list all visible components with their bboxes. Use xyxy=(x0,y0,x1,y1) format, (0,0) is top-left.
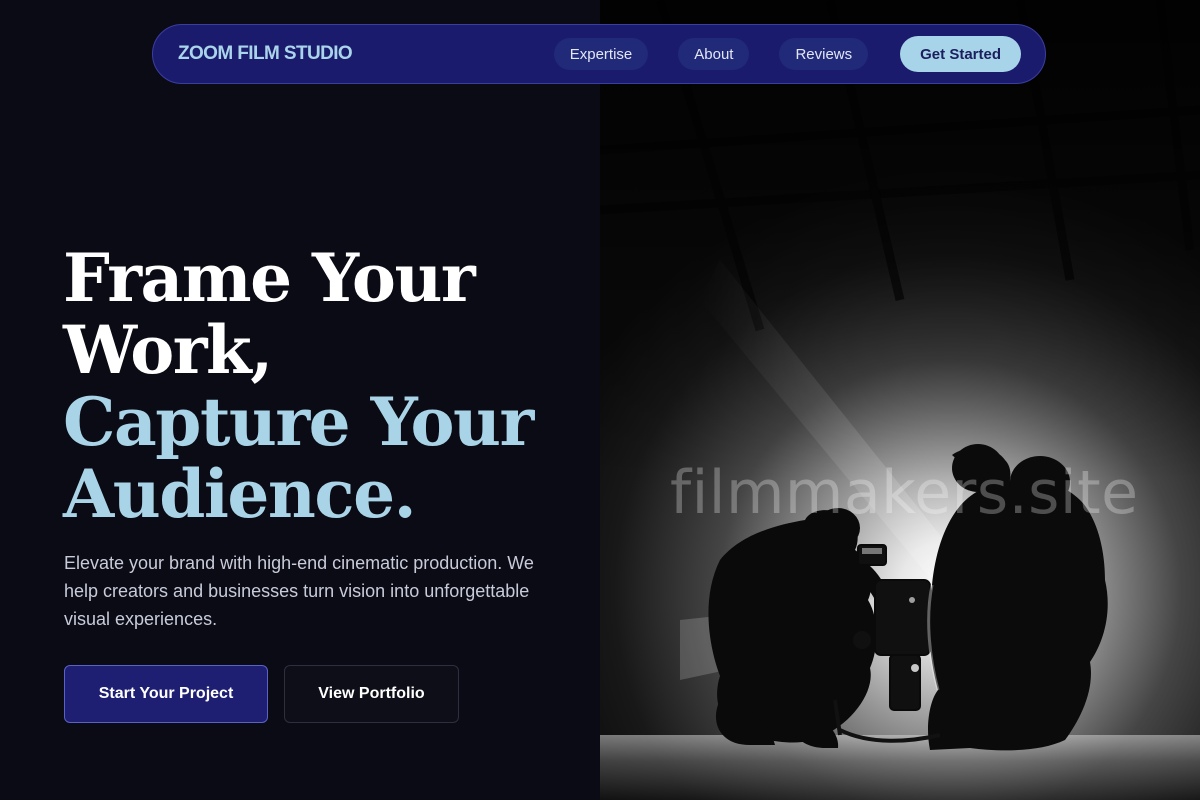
get-started-button[interactable]: Get Started xyxy=(900,36,1021,72)
top-navbar: ZOOM FILM STUDIO Expertise About Reviews… xyxy=(152,24,1046,84)
hero-heading-line-1: Frame Your xyxy=(63,239,476,317)
view-portfolio-button[interactable]: View Portfolio xyxy=(284,665,459,723)
hero-heading-accent-line-1: Capture Your xyxy=(63,383,534,461)
hero-heading-accent-line-2: Audience. xyxy=(63,455,417,533)
nav-links: Expertise About Reviews xyxy=(553,38,869,70)
hero-heading-line-2: Work, xyxy=(63,311,273,389)
nav-link-about[interactable]: About xyxy=(678,38,750,70)
hero-heading: Frame Your Work, Capture Your Audience. xyxy=(63,239,534,533)
nav-link-expertise[interactable]: Expertise xyxy=(553,38,649,70)
film-crew-photo-icon xyxy=(600,0,1200,800)
hero-subtitle: Elevate your brand with high-end cinemat… xyxy=(64,553,534,629)
hero-image xyxy=(600,0,1200,800)
start-project-button[interactable]: Start Your Project xyxy=(64,665,268,723)
nav-link-reviews[interactable]: Reviews xyxy=(779,38,869,70)
landing-page: filmmakers.site ZOOM FILM STUDIO Experti… xyxy=(0,0,1200,800)
brand-logo[interactable]: ZOOM FILM STUDIO xyxy=(178,43,353,65)
